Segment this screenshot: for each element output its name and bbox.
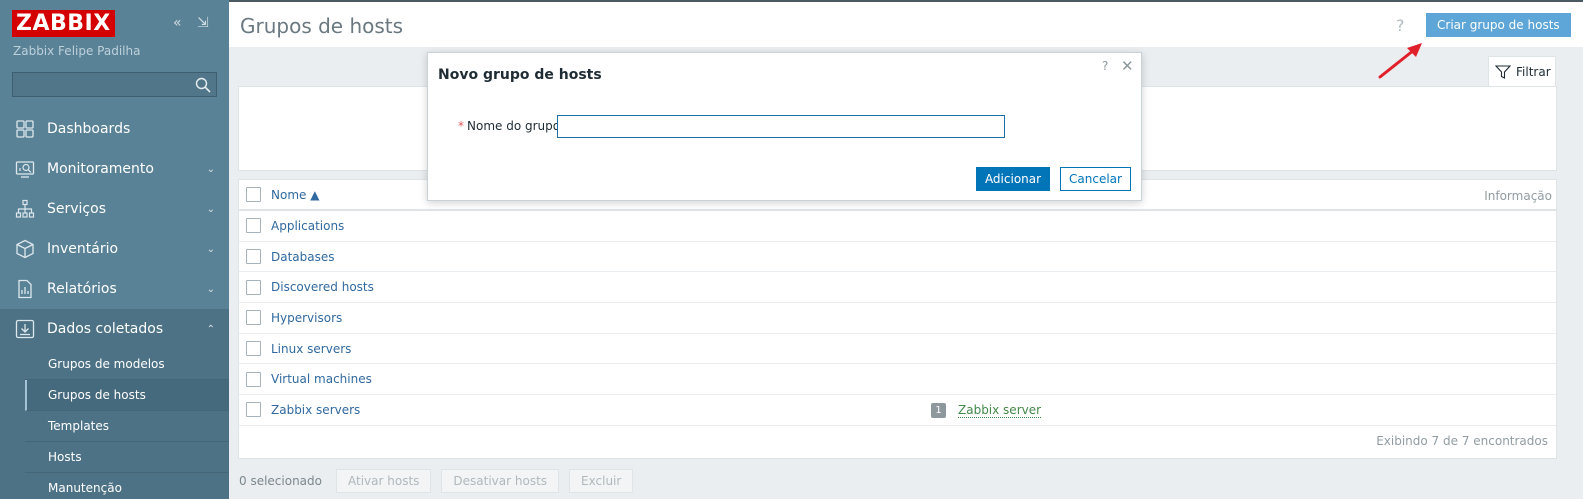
nav-label: Serviços [47,201,106,217]
filter-tab[interactable]: Filtrar [1488,56,1556,86]
select-all-checkbox[interactable] [246,187,261,202]
nav-reports[interactable]: Relatórios ⌄ [0,269,229,309]
chevron-down-icon: ⌄ [206,204,215,215]
table-row: Discovered hosts [239,272,1556,304]
filter-icon [1495,64,1511,79]
required-mark: * [458,119,464,133]
new-host-group-dialog: Novo grupo de hosts ? ✕ * Nome do grupo A… [427,52,1142,201]
dialog-title: Novo grupo de hosts [438,67,602,83]
row-checkbox[interactable] [246,249,261,265]
column-header-info: Informação [1484,189,1552,203]
column-header-name[interactable]: Nome ▲ [271,188,319,202]
help-icon[interactable]: ? [1396,16,1405,35]
main-nav: Dashboards Monitoramento ⌄ Serviços ⌄ In… [0,109,229,499]
sidebar-search-input[interactable] [13,73,216,96]
table-row: Hypervisors [239,303,1556,334]
sidebar-search [12,72,217,97]
filter-label: Filtrar [1516,64,1551,79]
help-icon[interactable]: ? [1102,59,1108,73]
host-group-link[interactable]: Applications [271,219,344,233]
nav-services[interactable]: Serviços ⌄ [0,189,229,229]
sidebar: ZABBIX « ⇲ Zabbix Felipe Padilha Dashboa… [0,0,229,499]
group-name-input[interactable] [557,115,1005,138]
host-link[interactable]: Zabbix server [958,403,1042,419]
row-checkbox[interactable] [246,341,261,357]
chevron-up-icon: ⌃ [206,324,215,335]
sidebar-item-host-groups[interactable]: Grupos de hosts [25,380,229,411]
host-group-link[interactable]: Linux servers [271,342,351,356]
table-row: Zabbix servers 1 Zabbix server [239,395,1556,426]
host-group-link[interactable]: Databases [271,250,335,264]
add-button[interactable]: Adicionar [976,167,1050,191]
selected-count: 0 selecionado [239,474,322,488]
kiosk-mode-icon[interactable]: ⇲ [197,16,209,30]
nav-monitoring[interactable]: Monitoramento ⌄ [0,149,229,189]
close-icon[interactable]: ✕ [1121,57,1134,75]
group-name-label: * Nome do grupo [458,119,560,133]
row-checkbox[interactable] [246,402,261,418]
chevron-down-icon: ⌄ [206,244,215,255]
nav-label: Dashboards [47,121,131,137]
row-checkbox[interactable] [246,310,261,326]
nav-label: Dados coletados [47,321,164,337]
row-checkbox[interactable] [246,279,261,295]
submenu-rail [0,348,25,499]
row-checkbox[interactable] [246,371,261,387]
sidebar-item-template-groups[interactable]: Grupos de modelos [25,349,229,380]
server-name: Zabbix Felipe Padilha [13,44,141,58]
host-group-link[interactable]: Hypervisors [271,311,342,325]
table-row: Virtual machines [239,364,1556,396]
table-footer-count: Exibindo 7 de 7 encontrados [1376,434,1548,448]
enable-hosts-button[interactable]: Ativar hosts [336,469,432,493]
chevron-down-icon: ⌄ [206,164,215,175]
cancel-button[interactable]: Cancelar [1060,167,1131,191]
host-group-link[interactable]: Virtual machines [271,372,372,386]
services-icon [15,199,35,218]
nav-label: Relatórios [47,281,117,297]
create-host-group-button[interactable]: Criar grupo de hosts [1426,13,1571,37]
reports-icon [18,279,32,299]
disable-hosts-button[interactable]: Desativar hosts [441,469,560,493]
mass-action-bar: 0 selecionado Ativar hosts Desativar hos… [239,469,643,493]
page-title: Grupos de hosts [240,14,404,38]
host-group-link[interactable]: Zabbix servers [271,403,360,417]
zabbix-logo[interactable]: ZABBIX [12,10,115,37]
monitoring-icon [15,161,35,178]
annotation-arrow-icon [1378,43,1422,79]
table-row: Applications [239,211,1556,242]
data-collection-submenu: Grupos de modelos Grupos de hosts Templa… [25,349,229,499]
host-count-badge: 1 [931,403,946,419]
sidebar-item-maintenance[interactable]: Manutenção [25,473,229,499]
chevron-down-icon: ⌄ [206,284,215,295]
nav-label: Monitoramento [47,161,154,177]
delete-button[interactable]: Excluir [569,469,634,493]
host-group-link[interactable]: Discovered hosts [271,280,374,294]
sidebar-item-hosts[interactable]: Hosts [25,442,229,473]
nav-data-collection[interactable]: Dados coletados ⌃ [0,309,229,349]
nav-inventory[interactable]: Inventário ⌄ [0,229,229,269]
search-icon[interactable] [195,77,211,93]
nav-dashboards[interactable]: Dashboards [0,109,229,149]
row-checkbox[interactable] [246,218,261,234]
collapse-sidebar-icon[interactable]: « [173,16,182,30]
group-name-label-text: Nome do grupo [467,119,561,133]
data-collection-icon [15,319,35,339]
nav-label: Inventário [47,241,119,257]
table-row: Linux servers [239,334,1556,365]
dashboard-icon [16,120,34,138]
host-groups-table: Nome ▲ Informação Applications Databases… [238,179,1557,459]
table-row: Databases [239,242,1556,273]
inventory-icon [16,239,34,259]
sidebar-item-templates[interactable]: Templates [25,411,229,442]
